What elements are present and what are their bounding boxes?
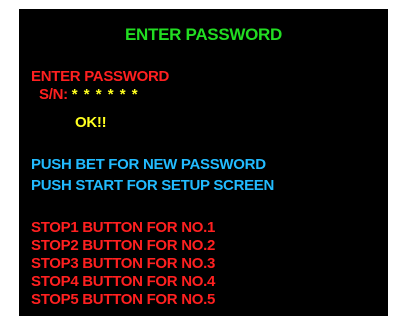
serial-label: S/N: — [39, 86, 68, 103]
stop-button-item: STOP5 BUTTON FOR NO.5 — [31, 291, 216, 308]
password-prompt: ENTER PASSWORD — [31, 68, 170, 85]
instruction-new-password: PUSH BET FOR NEW PASSWORD — [31, 156, 266, 173]
status-ok: OK!! — [75, 114, 107, 131]
stop-button-item: STOP2 BUTTON FOR NO.2 — [31, 237, 216, 254]
password-screen: ENTER PASSWORD ENTER PASSWORD S/N: * * *… — [19, 9, 388, 316]
serial-value: * * * * * * — [71, 86, 139, 103]
screen-title: ENTER PASSWORD — [125, 25, 282, 44]
stop-button-item: STOP1 BUTTON FOR NO.1 — [31, 219, 216, 236]
serial-row: S/N: * * * * * * — [39, 86, 139, 104]
stop-button-item: STOP4 BUTTON FOR NO.4 — [31, 273, 216, 290]
instruction-setup-screen: PUSH START FOR SETUP SCREEN — [31, 177, 275, 194]
stop-button-item: STOP3 BUTTON FOR NO.3 — [31, 255, 216, 272]
